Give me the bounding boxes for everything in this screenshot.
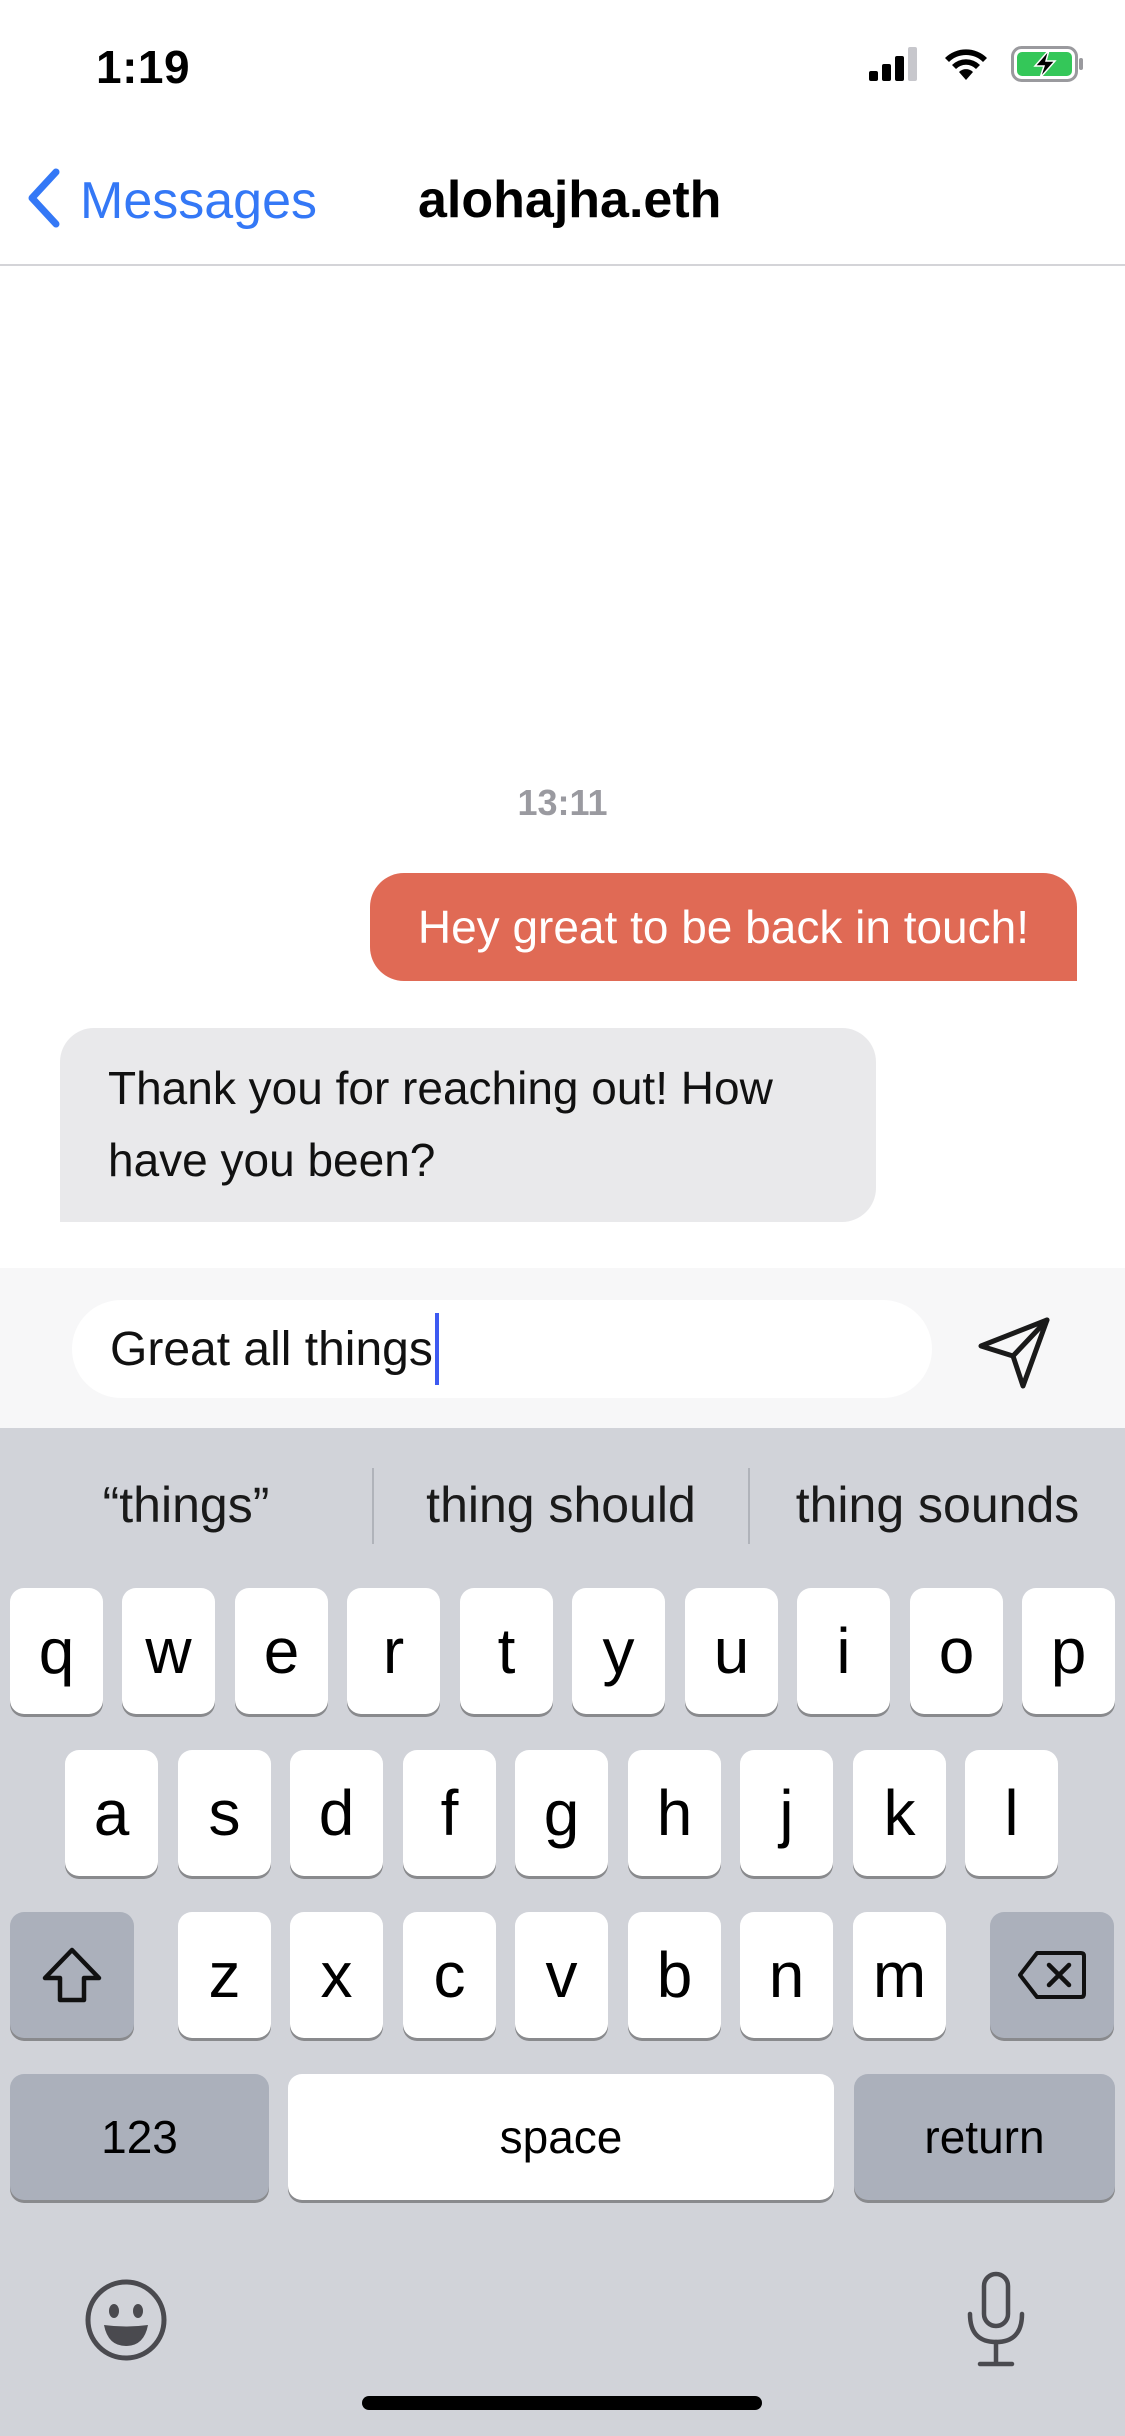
key-k[interactable]: k: [853, 1750, 946, 1876]
microphone-icon: [967, 2271, 1025, 2367]
key-t[interactable]: t: [460, 1588, 553, 1714]
home-indicator[interactable]: [362, 2396, 762, 2410]
numbers-key[interactable]: 123: [10, 2074, 269, 2200]
key-u[interactable]: u: [685, 1588, 778, 1714]
key-d[interactable]: d: [290, 1750, 383, 1876]
message-input[interactable]: Great all things: [72, 1300, 932, 1398]
nav-bar: Messages alohajha.eth: [0, 132, 1125, 266]
key-n[interactable]: n: [740, 1912, 833, 2038]
message-input-text: Great all things: [110, 1322, 433, 1376]
key-y[interactable]: y: [572, 1588, 665, 1714]
key-p[interactable]: p: [1022, 1588, 1115, 1714]
key-v[interactable]: v: [515, 1912, 608, 2038]
key-o[interactable]: o: [910, 1588, 1003, 1714]
key-a[interactable]: a: [65, 1750, 158, 1876]
emoji-icon: [85, 2279, 167, 2361]
dictation-button[interactable]: [960, 2270, 1032, 2370]
shift-key[interactable]: [10, 1912, 134, 2038]
keyboard: “things” thing should thing sounds q w e…: [0, 1428, 1125, 2436]
key-q[interactable]: q: [10, 1588, 103, 1714]
key-l[interactable]: l: [965, 1750, 1058, 1876]
return-key[interactable]: return: [854, 2074, 1115, 2200]
key-w[interactable]: w: [122, 1588, 215, 1714]
delete-key[interactable]: [990, 1912, 1114, 2038]
key-j[interactable]: j: [740, 1750, 833, 1876]
incoming-message-bubble[interactable]: Thank you for reaching out! How have you…: [60, 1028, 876, 1222]
suggestion-2[interactable]: thing should: [374, 1428, 748, 1582]
signal-icon: [869, 47, 921, 86]
message-timestamp: 13:11: [517, 782, 608, 823]
back-label: Messages: [80, 171, 317, 230]
key-x[interactable]: x: [290, 1912, 383, 2038]
wifi-icon: [943, 47, 989, 86]
chevron-left-icon: [24, 168, 62, 233]
outgoing-message-bubble[interactable]: Hey great to be back in touch!: [369, 873, 1077, 981]
status-time: 1:19: [96, 41, 191, 93]
key-b[interactable]: b: [628, 1912, 721, 2038]
key-z[interactable]: z: [178, 1912, 271, 2038]
predictive-suggestions-bar: “things” thing should thing sounds: [0, 1428, 1125, 1582]
key-f[interactable]: f: [403, 1750, 496, 1876]
shift-icon: [42, 1947, 102, 2003]
key-i[interactable]: i: [797, 1588, 890, 1714]
space-key[interactable]: space: [288, 2074, 834, 2200]
key-h[interactable]: h: [628, 1750, 721, 1876]
key-g[interactable]: g: [515, 1750, 608, 1876]
status-icons: [869, 46, 1085, 87]
text-caret: [434, 1313, 439, 1385]
key-m[interactable]: m: [853, 1912, 946, 2038]
suggestion-1[interactable]: “things”: [0, 1428, 372, 1582]
backspace-icon: [1018, 1951, 1086, 1999]
conversation-title: alohajha.eth: [418, 171, 722, 229]
key-e[interactable]: e: [235, 1588, 328, 1714]
key-c[interactable]: c: [403, 1912, 496, 2038]
send-icon: [978, 1317, 1050, 1389]
key-s[interactable]: s: [178, 1750, 271, 1876]
suggestion-3[interactable]: thing sounds: [750, 1428, 1125, 1582]
send-button[interactable]: [975, 1312, 1055, 1392]
emoji-button[interactable]: [84, 2278, 168, 2362]
message-composer: Great all things: [0, 1268, 1125, 1428]
back-button[interactable]: Messages: [24, 168, 317, 233]
status-bar: 1:19: [0, 0, 1125, 132]
key-r[interactable]: r: [347, 1588, 440, 1714]
battery-charging-icon: [1011, 46, 1085, 87]
